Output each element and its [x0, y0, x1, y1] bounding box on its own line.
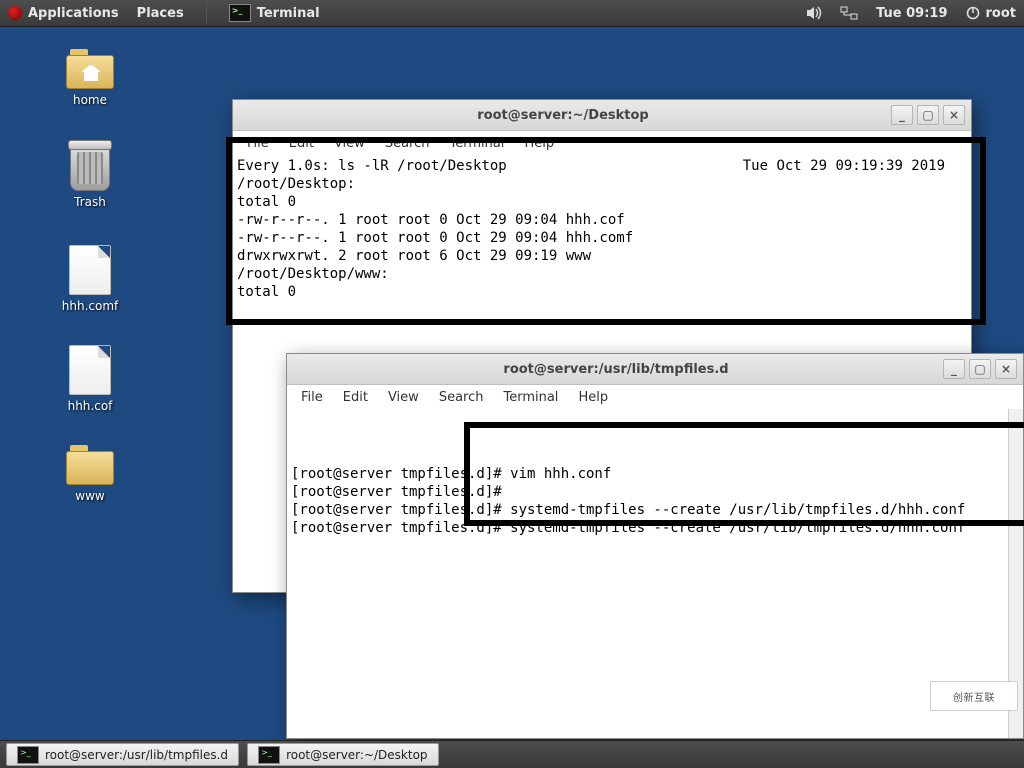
redhat-icon: [8, 6, 22, 20]
home-folder-icon: [66, 49, 114, 89]
clock-label: Tue 09:19: [876, 6, 947, 21]
places-label: Places: [137, 6, 184, 21]
volume-indicator[interactable]: [806, 6, 822, 20]
terminal-line: total 0: [237, 283, 967, 301]
menu-view[interactable]: View: [334, 136, 365, 151]
clock[interactable]: Tue 09:19: [876, 6, 947, 21]
terminal-line: /root/Desktop:: [237, 175, 967, 193]
running-app-indicator[interactable]: Terminal: [229, 4, 320, 22]
maximize-button[interactable]: ▢: [917, 105, 939, 125]
minimize-button[interactable]: _: [891, 105, 913, 125]
taskbar-button-tmpfiles[interactable]: root@server:/usr/lib/tmpfiles.d: [6, 743, 239, 766]
desktop-icon-home[interactable]: home: [35, 49, 145, 107]
desktop-icon-file-comf[interactable]: hhh.comf: [35, 245, 145, 313]
folder-icon: [66, 445, 114, 485]
top-panel: Applications Places Terminal Tue 09:19: [0, 0, 1024, 27]
terminal-line: /root/Desktop/www:: [237, 265, 967, 283]
window-menubar: File Edit View Search Terminal Help: [233, 131, 971, 155]
maximize-button[interactable]: ▢: [969, 359, 991, 379]
watermark-text: 创新互联: [953, 689, 995, 704]
terminal-icon: [17, 746, 39, 764]
window-titlebar[interactable]: root@server:~/Desktop _ ▢ ×: [233, 100, 971, 131]
watermark: 创新互联: [930, 681, 1018, 711]
terminal-line: -rw-r--r--. 1 root root 0 Oct 29 09:04 h…: [237, 211, 967, 229]
terminal-line: [root@server tmpfiles.d]# systemd-tmpfil…: [291, 519, 1019, 537]
taskbar-label: root@server:~/Desktop: [286, 748, 427, 762]
window-menubar: File Edit View Search Terminal Help: [287, 385, 1023, 409]
network-indicator[interactable]: [840, 6, 858, 20]
running-app-label: Terminal: [257, 6, 320, 21]
close-button[interactable]: ×: [943, 105, 965, 125]
desktop-icon-trash[interactable]: Trash: [35, 145, 145, 209]
desktop-icon-label: hhh.comf: [35, 299, 145, 313]
desktop-icon-folder-www[interactable]: www: [35, 445, 145, 503]
menu-view[interactable]: View: [388, 390, 419, 405]
terminal-line: Every 1.0s: ls -lR /root/Desktop Tue Oct…: [237, 157, 967, 175]
menu-file[interactable]: File: [247, 136, 269, 151]
taskbar-label: root@server:/usr/lib/tmpfiles.d: [45, 748, 228, 762]
window-titlebar[interactable]: root@server:/usr/lib/tmpfiles.d _ ▢ ×: [287, 354, 1023, 385]
terminal-icon: [258, 746, 280, 764]
desktop-icon-label: home: [35, 93, 145, 107]
desktop-icon-file-cof[interactable]: hhh.cof: [35, 345, 145, 413]
trash-icon: [70, 145, 110, 191]
menu-help[interactable]: Help: [524, 136, 554, 151]
terminal-line: -rw-r--r--. 1 root root 0 Oct 29 09:04 h…: [237, 229, 967, 247]
menu-file[interactable]: File: [301, 390, 323, 405]
file-icon: [69, 345, 111, 395]
terminal-window-tmpfiles[interactable]: root@server:/usr/lib/tmpfiles.d _ ▢ × Fi…: [286, 353, 1024, 739]
terminal-line: drwxrwxrwt. 2 root root 6 Oct 29 09:19 w…: [237, 247, 967, 265]
user-label: root: [986, 6, 1017, 21]
terminal-line: [root@server tmpfiles.d]# vim hhh.conf: [291, 465, 1019, 483]
terminal-icon: [229, 4, 251, 22]
desktop-icon-label: hhh.cof: [35, 399, 145, 413]
menu-terminal[interactable]: Terminal: [503, 390, 558, 405]
menu-edit[interactable]: Edit: [289, 136, 314, 151]
panel-separator: [206, 2, 207, 24]
terminal-output[interactable]: [root@server tmpfiles.d]# vim hhh.conf[r…: [287, 409, 1023, 738]
user-menu[interactable]: root: [966, 6, 1017, 21]
terminal-line: [root@server tmpfiles.d]# systemd-tmpfil…: [291, 501, 1019, 519]
applications-menu[interactable]: Applications: [8, 6, 119, 21]
applications-label: Applications: [28, 6, 119, 21]
speaker-icon: [806, 6, 822, 20]
desktop-icon-label: www: [35, 489, 145, 503]
taskbar-button-desktop[interactable]: root@server:~/Desktop: [247, 743, 438, 766]
menu-help[interactable]: Help: [578, 390, 608, 405]
menu-search[interactable]: Search: [439, 390, 484, 405]
terminal-line: total 0: [237, 193, 967, 211]
network-icon: [840, 6, 858, 20]
file-icon: [69, 245, 111, 295]
desktop-icon-label: Trash: [35, 195, 145, 209]
menu-edit[interactable]: Edit: [343, 390, 368, 405]
terminal-line: [root@server tmpfiles.d]#: [291, 483, 1019, 501]
power-icon: [966, 6, 980, 20]
window-title: root@server:~/Desktop: [239, 108, 887, 123]
places-menu[interactable]: Places: [137, 6, 184, 21]
menu-terminal[interactable]: Terminal: [449, 136, 504, 151]
bottom-panel: root@server:/usr/lib/tmpfiles.d root@ser…: [0, 740, 1024, 768]
menu-search[interactable]: Search: [385, 136, 430, 151]
close-button[interactable]: ×: [995, 359, 1017, 379]
minimize-button[interactable]: _: [943, 359, 965, 379]
window-title: root@server:/usr/lib/tmpfiles.d: [293, 362, 939, 377]
desktop[interactable]: home Trash hhh.comf hhh.cof www root@ser…: [0, 27, 1024, 741]
